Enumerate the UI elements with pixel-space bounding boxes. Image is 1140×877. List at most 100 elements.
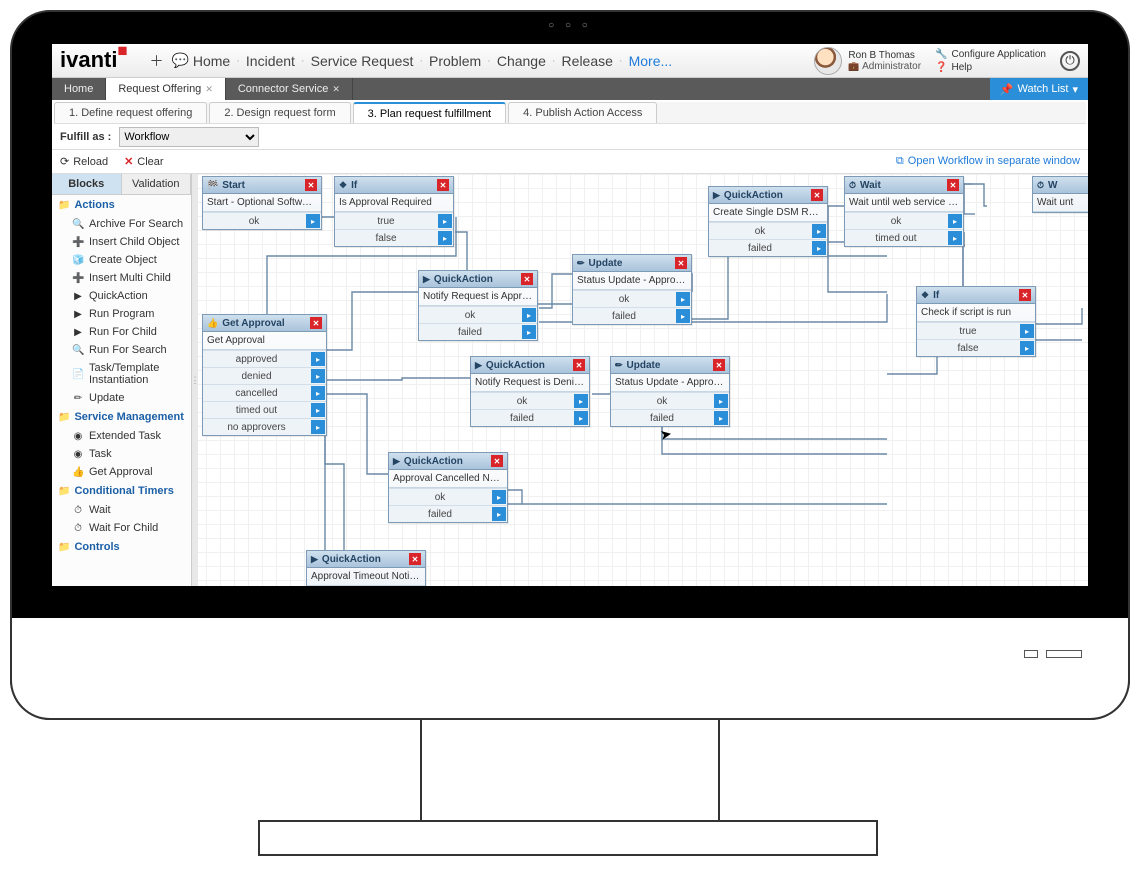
node-qa-cancelled[interactable]: ▶QuickAction✕ Approval Cancelled Notific…: [388, 452, 508, 523]
group-service-mgmt[interactable]: Service Management: [52, 407, 191, 427]
step-publish[interactable]: 4. Publish Action Access: [508, 102, 657, 123]
nav-release[interactable]: Release: [562, 53, 613, 69]
new-icon[interactable]: ＋: [149, 51, 163, 71]
node-wait-partial[interactable]: ⏱W✕ Wait unt: [1032, 176, 1088, 213]
close-icon[interactable]: ✕: [437, 179, 449, 191]
user-box[interactable]: Ron B Thomas Administrator: [814, 47, 921, 75]
port[interactable]: ▸: [311, 420, 325, 434]
port[interactable]: ▸: [812, 224, 826, 238]
port[interactable]: ▸: [438, 214, 452, 228]
reload-button[interactable]: ⟳Reload: [60, 155, 108, 168]
nav-service-request[interactable]: Service Request: [311, 53, 414, 69]
palette-update[interactable]: ✏Update: [52, 389, 191, 407]
node-qa-approved[interactable]: ▶QuickAction✕ Notify Request is Approved…: [418, 270, 538, 341]
palette-quickaction[interactable]: ▶QuickAction: [52, 287, 191, 305]
port[interactable]: ▸: [306, 214, 320, 228]
node-qa-timeout[interactable]: ▶QuickAction✕ Approval Timeout Notificat…: [306, 550, 426, 586]
node-get-approval[interactable]: 👍Get Approval✕ Get Approval approved▸ de…: [202, 314, 327, 436]
port[interactable]: ▸: [438, 231, 452, 245]
step-plan[interactable]: 3. Plan request fulfillment: [353, 102, 507, 123]
node-if-script[interactable]: ❖If✕ Check if script is run true▸ false▸: [916, 286, 1036, 357]
close-icon[interactable]: ✕: [713, 359, 725, 371]
workflow-canvas[interactable]: ⋮: [192, 174, 1088, 586]
palette-insert-multi[interactable]: ➕Insert Multi Child: [52, 269, 191, 287]
nav-home[interactable]: Home: [193, 53, 230, 69]
palette-create-object[interactable]: 🧊Create Object: [52, 251, 191, 269]
close-icon[interactable]: ✕: [947, 179, 959, 191]
port[interactable]: ▸: [492, 507, 506, 521]
close-icon[interactable]: ✕: [332, 84, 340, 95]
sidetab-blocks[interactable]: Blocks: [52, 174, 122, 194]
palette-task-template[interactable]: 📄Task/Template Instantiation: [52, 359, 191, 389]
close-icon[interactable]: ✕: [573, 359, 585, 371]
palette-insert-child[interactable]: ➕Insert Child Object: [52, 233, 191, 251]
port[interactable]: ▸: [522, 308, 536, 322]
nav-problem[interactable]: Problem: [429, 53, 481, 69]
palette-task[interactable]: ◉Task: [52, 445, 191, 463]
clear-button[interactable]: ✕Clear: [124, 155, 164, 168]
close-icon[interactable]: ✕: [675, 257, 687, 269]
tab-request-offering[interactable]: Request Offering✕: [106, 78, 226, 100]
node-start[interactable]: 🏁Start✕ Start - Optional Software Instal…: [202, 176, 322, 230]
step-design[interactable]: 2. Design request form: [209, 102, 350, 123]
palette-run-search[interactable]: 🔍Run For Search: [52, 341, 191, 359]
port[interactable]: ▸: [574, 411, 588, 425]
close-icon[interactable]: ✕: [811, 189, 823, 201]
palette-get-approval[interactable]: 👍Get Approval: [52, 463, 191, 481]
port[interactable]: ▸: [714, 411, 728, 425]
group-cond-timers[interactable]: Conditional Timers: [52, 481, 191, 501]
nav-change[interactable]: Change: [497, 53, 546, 69]
port[interactable]: ▸: [492, 490, 506, 504]
sidetab-validation[interactable]: Validation: [122, 174, 192, 194]
port[interactable]: ▸: [1020, 341, 1034, 355]
help-link[interactable]: ❓Help: [935, 62, 1046, 73]
port[interactable]: ▸: [311, 403, 325, 417]
port[interactable]: ▸: [311, 369, 325, 383]
port[interactable]: ▸: [714, 394, 728, 408]
port[interactable]: ▸: [948, 231, 962, 245]
palette-run-program[interactable]: ▶Run Program: [52, 305, 191, 323]
nav-more[interactable]: More...: [629, 53, 673, 69]
port[interactable]: ▸: [812, 241, 826, 255]
close-icon[interactable]: ✕: [491, 455, 503, 467]
close-icon[interactable]: ✕: [1019, 289, 1031, 301]
node-update-rejected[interactable]: ✏Update✕ Status Update - Approval Rejec …: [610, 356, 730, 427]
palette-wait-child[interactable]: ⏱Wait For Child: [52, 519, 191, 537]
fulfill-select[interactable]: Workflow: [119, 127, 259, 147]
port[interactable]: ▸: [1020, 324, 1034, 338]
port[interactable]: ▸: [676, 292, 690, 306]
close-icon[interactable]: ✕: [205, 84, 213, 95]
nav-incident[interactable]: Incident: [246, 53, 295, 69]
node-wait[interactable]: ⏱Wait✕ Wait until web service script has…: [844, 176, 964, 247]
close-icon[interactable]: ✕: [305, 179, 317, 191]
node-qa-denied[interactable]: ▶QuickAction✕ Notify Request is Denied o…: [470, 356, 590, 427]
close-icon[interactable]: ✕: [409, 553, 421, 565]
sidebar-resizer[interactable]: ⋮: [192, 174, 198, 586]
node-qa-dsm[interactable]: ▶QuickAction✕ Create Single DSM Request …: [708, 186, 828, 257]
port[interactable]: ▸: [574, 394, 588, 408]
configure-app-link[interactable]: 🔧Configure Application: [935, 49, 1046, 60]
close-icon[interactable]: ✕: [310, 317, 322, 329]
port[interactable]: ▸: [522, 325, 536, 339]
pencil-icon: ✏: [577, 258, 585, 269]
tab-home[interactable]: Home: [52, 78, 106, 100]
port[interactable]: ▸: [311, 386, 325, 400]
group-controls[interactable]: Controls: [52, 537, 191, 557]
port[interactable]: ▸: [311, 352, 325, 366]
node-update-approved[interactable]: ✏Update✕ Status Update - Approved ok▸ fa…: [572, 254, 692, 325]
palette-ext-task[interactable]: ◉Extended Task: [52, 427, 191, 445]
palette-run-child[interactable]: ▶Run For Child: [52, 323, 191, 341]
watch-list-button[interactable]: 📌Watch List▾: [990, 78, 1088, 100]
group-actions[interactable]: Actions: [52, 195, 191, 215]
open-workflow-link[interactable]: ⧉Open Workflow in separate window: [896, 155, 1080, 168]
port[interactable]: ▸: [948, 214, 962, 228]
power-button[interactable]: ⏻: [1060, 51, 1080, 71]
chat-icon[interactable]: 💬: [171, 52, 188, 69]
close-icon[interactable]: ✕: [521, 273, 533, 285]
tab-connector-service[interactable]: Connector Service✕: [226, 78, 353, 100]
port[interactable]: ▸: [676, 309, 690, 323]
step-define[interactable]: 1. Define request offering: [54, 102, 207, 123]
node-if-approval[interactable]: ❖If✕ Is Approval Required true▸ false▸: [334, 176, 454, 247]
palette-wait[interactable]: ⏱Wait: [52, 501, 191, 519]
palette-archive[interactable]: 🔍Archive For Search: [52, 215, 191, 233]
